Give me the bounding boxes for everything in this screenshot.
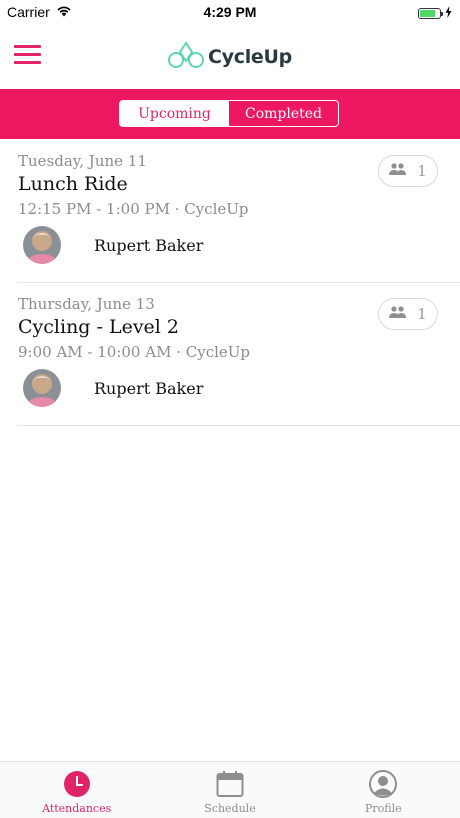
- bicycle-logo-icon: [168, 40, 205, 74]
- status-bar: Carrier 4:29 PM: [0, 0, 460, 24]
- attendee-count-badge[interactable]: 1: [378, 155, 438, 187]
- bottom-tab-bar: Attendances Schedule Profile: [0, 761, 460, 818]
- upcoming-completed-toggle: Upcoming Completed: [119, 100, 339, 127]
- class-date: Tuesday, June 11: [18, 152, 147, 170]
- tab-label: Profile: [364, 802, 402, 815]
- class-time: 12:15 PM - 1:00 PM · CycleUp: [18, 200, 249, 218]
- status-right: [418, 5, 452, 21]
- tab-label: Attendances: [42, 802, 112, 815]
- tab-schedule[interactable]: Schedule: [153, 762, 306, 818]
- tab-profile[interactable]: Profile: [307, 762, 460, 818]
- instructor-name: Rupert Baker: [94, 236, 204, 255]
- avatar: [23, 226, 61, 264]
- class-date: Thursday, June 13: [18, 295, 155, 313]
- group-icon: [389, 162, 407, 180]
- attendee-count: 1: [417, 162, 427, 180]
- class-card[interactable]: Thursday, June 13 Cycling - Level 2 9:00…: [18, 283, 460, 426]
- segment-bar: Upcoming Completed: [0, 89, 460, 139]
- avatar: [23, 369, 61, 407]
- clock-icon: [63, 770, 91, 798]
- brand-logo: CycleUp: [0, 40, 460, 74]
- class-time: 9:00 AM - 10:00 AM · CycleUp: [18, 343, 251, 361]
- battery-icon: [418, 7, 443, 19]
- tab-completed[interactable]: Completed: [229, 101, 338, 126]
- group-icon: [389, 305, 407, 323]
- attendee-count: 1: [417, 305, 427, 323]
- calendar-icon: [216, 770, 244, 798]
- nav-header: CycleUp: [0, 24, 460, 88]
- user-profile-icon: [369, 770, 398, 798]
- tab-attendances[interactable]: Attendances: [0, 762, 153, 818]
- tab-label: Schedule: [204, 802, 256, 815]
- battery-level-fill: [420, 9, 436, 17]
- instructor-name: Rupert Baker: [94, 379, 204, 398]
- class-list: Tuesday, June 11 Lunch Ride 12:15 PM - 1…: [0, 140, 460, 426]
- charging-bolt-icon: [445, 5, 452, 21]
- class-title: Cycling - Level 2: [18, 316, 180, 338]
- brand-name: CycleUp: [208, 46, 292, 68]
- tab-upcoming[interactable]: Upcoming: [120, 101, 229, 126]
- attendee-count-badge[interactable]: 1: [378, 298, 438, 330]
- status-time: 4:29 PM: [203, 4, 257, 20]
- class-title: Lunch Ride: [18, 173, 128, 195]
- class-card[interactable]: Tuesday, June 11 Lunch Ride 12:15 PM - 1…: [18, 140, 460, 283]
